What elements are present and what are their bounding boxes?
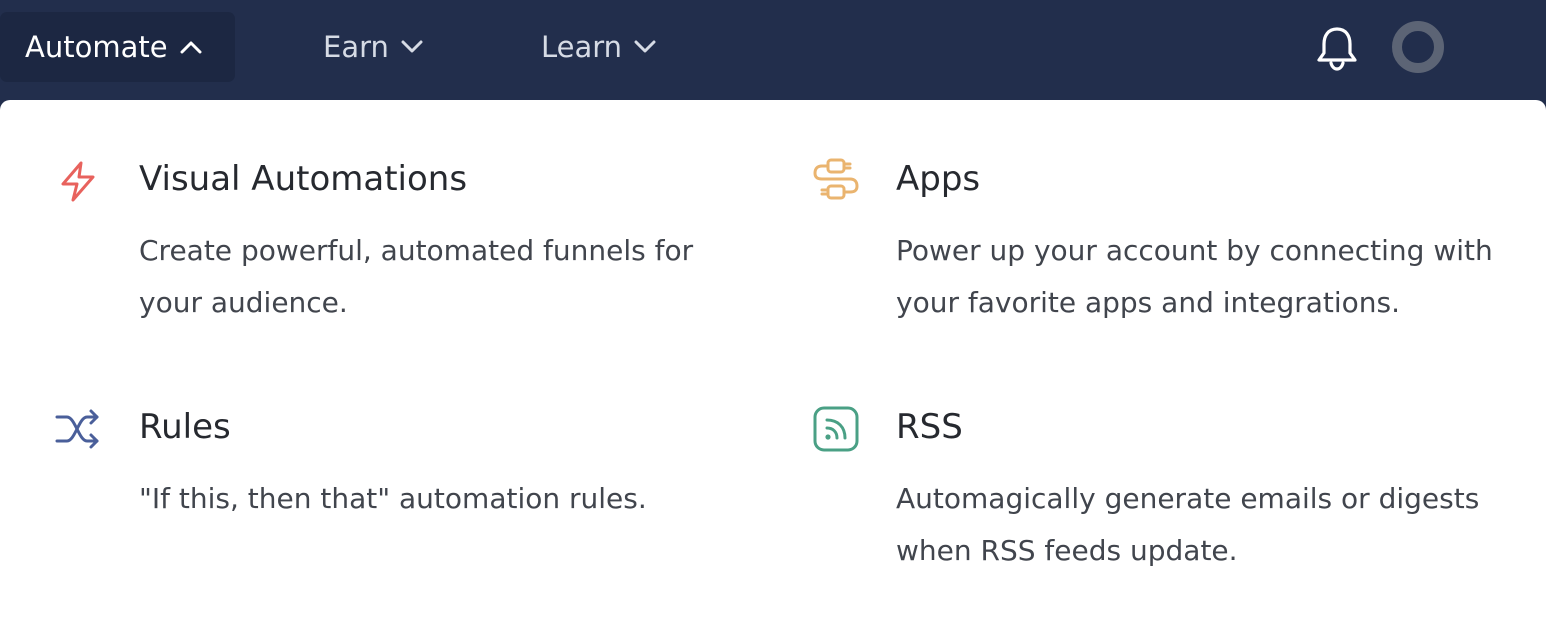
rss-icon bbox=[812, 405, 860, 453]
top-nav-bar: Automate Earn Learn bbox=[0, 0, 1546, 110]
nav-automate-menu[interactable]: Automate bbox=[0, 12, 235, 82]
menu-item-title: Visual Automations bbox=[139, 159, 468, 199]
chevron-up-icon bbox=[180, 40, 202, 54]
nav-earn-menu[interactable]: Earn bbox=[323, 12, 423, 82]
menu-item-description: Create powerful, automated funnels for y… bbox=[139, 234, 694, 319]
nav-learn-menu[interactable]: Learn bbox=[541, 12, 656, 82]
chevron-down-icon bbox=[401, 40, 423, 54]
shuffle-icon bbox=[55, 405, 103, 453]
plug-icon bbox=[812, 157, 860, 205]
chevron-down-icon bbox=[634, 40, 656, 54]
bell-icon[interactable] bbox=[1314, 25, 1360, 71]
menu-item-description: "If this, then that" automation rules. bbox=[139, 482, 647, 515]
nav-automate-label: Automate bbox=[25, 30, 168, 64]
menu-item-title: Apps bbox=[896, 159, 981, 199]
nav-learn-label: Learn bbox=[541, 30, 623, 64]
avatar[interactable] bbox=[1392, 21, 1444, 73]
menu-item-title: RSS bbox=[896, 407, 963, 447]
menu-item-description: Power up your account by connecting with… bbox=[896, 234, 1493, 319]
nav-earn-label: Earn bbox=[323, 30, 389, 64]
lightning-icon bbox=[55, 157, 103, 205]
menu-item-description: Automagically generate emails or digests… bbox=[896, 482, 1480, 567]
menu-item-title: Rules bbox=[139, 407, 231, 447]
automate-dropdown-menu: Visual Automations Create powerful, auto… bbox=[0, 100, 1546, 628]
